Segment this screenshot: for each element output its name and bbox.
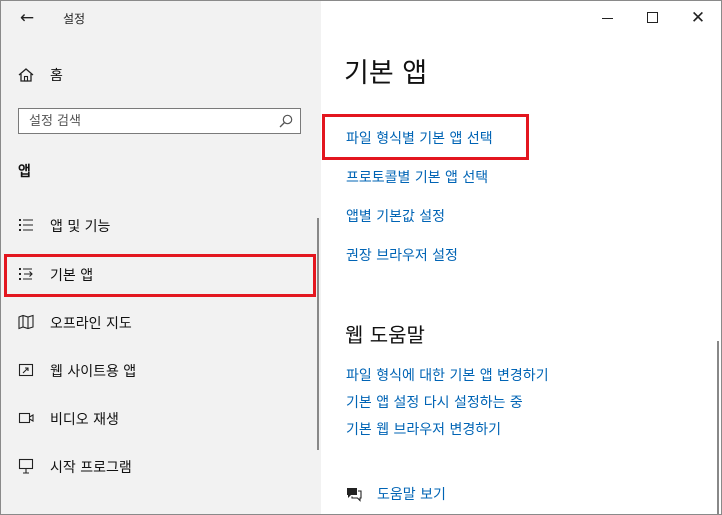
sidebar-item-offline-maps[interactable]: 오프라인 지도 <box>1 306 321 338</box>
sidebar-item-label: 웹 사이트용 앱 <box>50 364 137 380</box>
sidebar-item-apps-features[interactable]: 앱 및 기능 <box>1 209 321 241</box>
help-link-change-default-browser[interactable]: 기본 웹 브라우저 변경하기 <box>346 419 501 439</box>
search-input[interactable] <box>19 109 279 133</box>
link-choose-by-protocol[interactable]: 프로토콜별 기본 앱 선택 <box>346 167 488 187</box>
get-help-label: 도움말 보기 <box>377 487 446 503</box>
link-recommended-browser[interactable]: 권장 브라우저 설정 <box>346 245 458 265</box>
sidebar-item-video-playback[interactable]: 비디오 재생 <box>1 402 321 434</box>
highlight-box-file-type-link <box>322 114 529 160</box>
sidebar-item-label: 비디오 재생 <box>50 412 119 428</box>
sidebar: ← 설정 홈 앱 앱 및 기능 기본 앱 <box>1 1 321 514</box>
maximize-button[interactable] <box>639 7 667 29</box>
apps-list-icon <box>18 217 34 233</box>
settings-window: ← 설정 홈 앱 앱 및 기능 기본 앱 <box>0 0 722 515</box>
link-set-defaults-by-app[interactable]: 앱별 기본값 설정 <box>346 206 445 226</box>
home-icon <box>17 66 35 84</box>
sidebar-item-label: 시작 프로그램 <box>50 460 132 476</box>
startup-icon <box>18 458 34 474</box>
back-arrow-icon[interactable]: ← <box>15 7 39 29</box>
help-section-title: 웹 도움말 <box>345 323 425 347</box>
maximize-icon <box>647 12 658 23</box>
help-link-change-by-file-type[interactable]: 파일 형식에 대한 기본 앱 변경하기 <box>346 365 549 385</box>
close-icon: ✕ <box>690 8 706 28</box>
minimize-button[interactable] <box>593 7 621 29</box>
help-chat-icon <box>345 486 363 502</box>
get-help-link[interactable]: 도움말 보기 <box>345 484 446 504</box>
main-scrollbar[interactable] <box>717 341 719 514</box>
minimize-icon <box>602 18 613 19</box>
home-nav[interactable]: 홈 <box>17 63 63 87</box>
window-title: 설정 <box>63 12 86 26</box>
help-link-reset-default-apps[interactable]: 기본 앱 설정 다시 설정하는 중 <box>346 392 523 412</box>
close-button[interactable]: ✕ <box>684 7 712 29</box>
sidebar-item-startup[interactable]: 시작 프로그램 <box>1 450 321 482</box>
sidebar-scrollbar[interactable] <box>317 218 319 450</box>
search-box[interactable] <box>18 108 301 134</box>
sidebar-item-label: 앱 및 기능 <box>50 219 111 235</box>
website-apps-icon <box>18 362 34 378</box>
sidebar-item-apps-for-websites[interactable]: 웹 사이트용 앱 <box>1 354 321 386</box>
page-title: 기본 앱 <box>344 58 428 89</box>
highlight-box-default-apps <box>4 254 316 297</box>
search-icon[interactable] <box>278 113 294 129</box>
video-icon <box>18 410 34 426</box>
main-panel: ✕ 기본 앱 파일 형식별 기본 앱 선택 프로토콜별 기본 앱 선택 앱별 기… <box>321 1 721 514</box>
map-icon <box>18 314 34 330</box>
sidebar-item-label: 오프라인 지도 <box>50 316 132 332</box>
section-label-apps: 앱 <box>18 164 31 180</box>
home-label: 홈 <box>50 68 63 84</box>
